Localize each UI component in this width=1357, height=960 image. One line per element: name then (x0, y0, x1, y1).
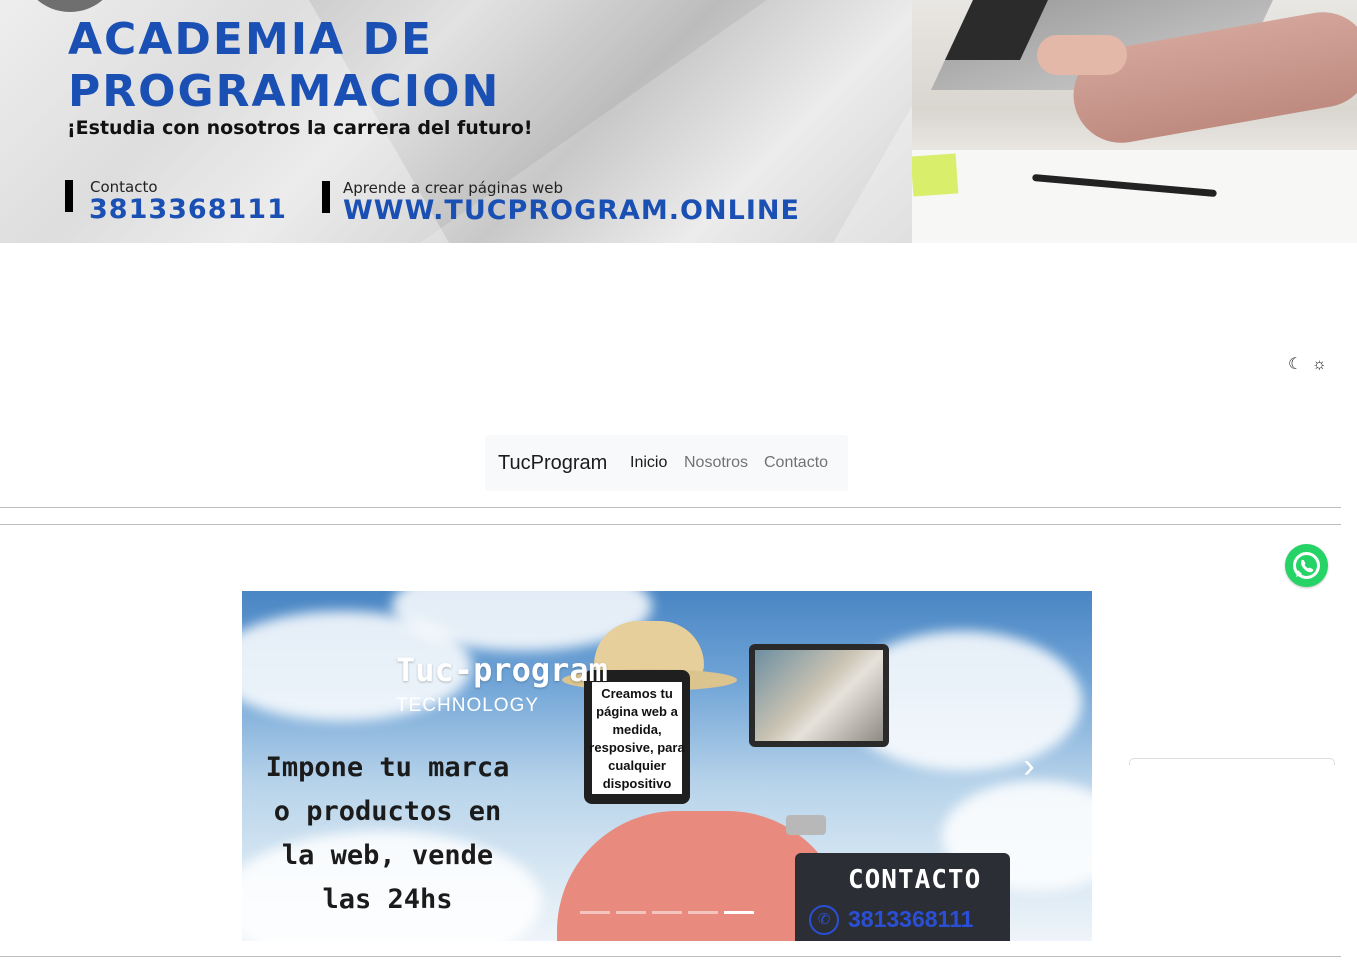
divider-top (0, 507, 1341, 508)
carousel-ipad (749, 644, 889, 747)
banner-title-line1: ACADEMIA DE (68, 14, 434, 65)
banner-contact-phone: 3813368111 (89, 194, 287, 225)
sun-icon[interactable]: ☼ (1312, 355, 1327, 375)
header-banner: ACADEMIA DE PROGRAMACION ¡Estudia con no… (0, 0, 1357, 243)
nav-item-inicio[interactable]: Inicio (630, 454, 667, 472)
carousel-indicator-1[interactable] (580, 911, 610, 914)
carousel-title: Tuc-program (396, 651, 608, 689)
carousel-indicator-2[interactable] (616, 911, 646, 914)
carousel-next-button[interactable]: › (1014, 749, 1044, 783)
photo-sticky-note (912, 153, 959, 197)
photo-paper (912, 150, 1357, 243)
carousel-indicator-5[interactable] (724, 911, 754, 914)
moon-icon[interactable]: ☾ (1288, 355, 1302, 375)
carousel-contact-phone: 3813368111 (848, 906, 974, 932)
navbar-brand[interactable]: TucProgram (498, 452, 607, 475)
side-card (1129, 758, 1335, 765)
carousel-contact-title: CONTACTO (848, 865, 982, 895)
carousel-prev-button[interactable]: ‹ (292, 751, 322, 781)
whatsapp-icon (1293, 552, 1320, 579)
carousel-indicator-3[interactable] (652, 911, 682, 914)
carousel-watch (786, 815, 826, 835)
nav-item-nosotros[interactable]: Nosotros (684, 454, 748, 472)
banner-subtitle: ¡Estudia con nosotros la carrera del fut… (67, 117, 533, 139)
banner-divider-bar (65, 180, 73, 212)
banner-photo (912, 0, 1357, 243)
hero-carousel: Creamos tu página web a medida, resposiv… (242, 591, 1092, 941)
carousel-indicator-4[interactable] (688, 911, 718, 914)
whatsapp-button[interactable] (1285, 544, 1328, 587)
banner-title: ACADEMIA DE PROGRAMACION (68, 14, 500, 118)
navbar: TucProgram Inicio Nosotros Contacto (485, 435, 848, 491)
carousel-tablet-text: Creamos tu página web a medida, resposiv… (589, 686, 685, 791)
phone-icon: ✆ (809, 905, 839, 935)
banner-divider-bar (322, 181, 330, 213)
photo-hand (1037, 35, 1127, 75)
nav-item-contacto[interactable]: Contacto (764, 454, 828, 472)
carousel-subtitle: TECHNOLOGY (396, 695, 540, 716)
banner-title-line2: PROGRAMACION (68, 66, 501, 117)
divider-second (0, 524, 1341, 525)
divider-bottom (0, 956, 1341, 957)
banner-web-url: WWW.TUCPROGRAM.ONLINE (343, 195, 800, 226)
